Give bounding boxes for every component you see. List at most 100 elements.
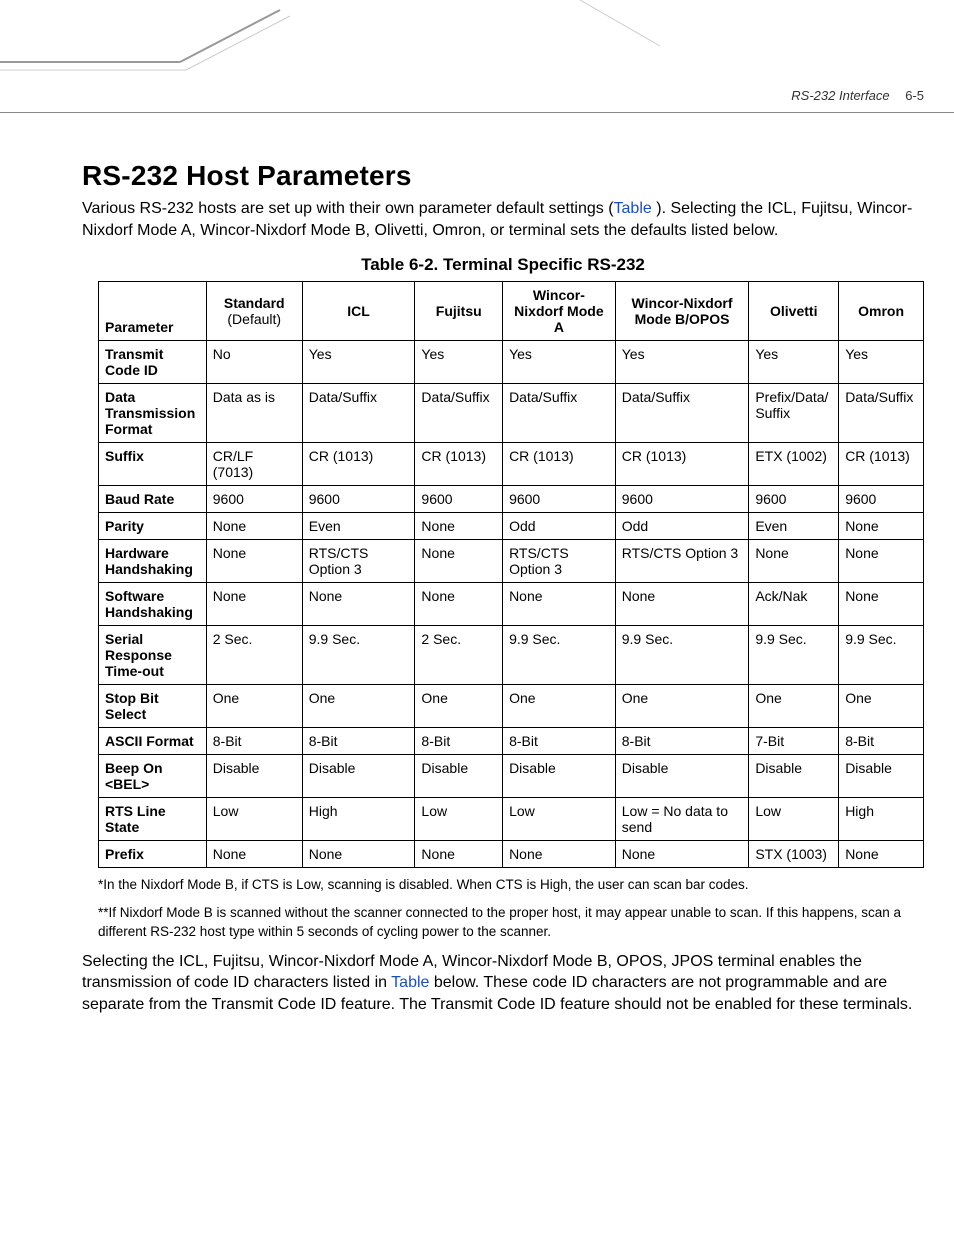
intro-paragraph: Various RS-232 hosts are set up with the… [82, 198, 924, 241]
cell-std: 8-Bit [206, 728, 302, 755]
intro-table-link[interactable]: Table [614, 200, 657, 217]
cell-fujitsu: One [415, 685, 503, 728]
cell-omron: 9.9 Sec. [839, 626, 924, 685]
cell-wna: 8-Bit [503, 728, 616, 755]
cell-icl: None [302, 583, 415, 626]
cell-fujitsu: Data/Suffix [415, 384, 503, 443]
table-row: RTS Line StateLowHighLowLowLow = No data… [99, 798, 924, 841]
cell-std: Disable [206, 755, 302, 798]
table-header-row: Parameter Standard (Default) ICL Fujitsu… [99, 282, 924, 341]
cell-wnb: None [615, 583, 749, 626]
cell-std: None [206, 841, 302, 868]
param-name-cell: Stop Bit Select [99, 685, 207, 728]
table-row: Data Transmission FormatData as isData/S… [99, 384, 924, 443]
table-row: Software HandshakingNoneNoneNoneNoneNone… [99, 583, 924, 626]
cell-wna: Disable [503, 755, 616, 798]
cell-std: Data as is [206, 384, 302, 443]
col-olivetti: Olivetti [749, 282, 839, 341]
parameters-table: Parameter Standard (Default) ICL Fujitsu… [98, 281, 924, 868]
col-wincor-a: Wincor-Nixdorf Mode A [503, 282, 616, 341]
cell-wna: RTS/CTS Option 3 [503, 540, 616, 583]
cell-omron: CR (1013) [839, 443, 924, 486]
table-row: PrefixNoneNoneNoneNoneNoneSTX (1003)None [99, 841, 924, 868]
cell-olivetti: Ack/Nak [749, 583, 839, 626]
footnote-2: **If Nixdorf Mode B is scanned without t… [98, 904, 924, 940]
table-row: Beep On <BEL>DisableDisableDisableDisabl… [99, 755, 924, 798]
cell-fujitsu: 9600 [415, 486, 503, 513]
cell-olivetti: Low [749, 798, 839, 841]
cell-olivetti: Even [749, 513, 839, 540]
page-title: RS-232 Host Parameters [82, 160, 924, 192]
cell-olivetti: 9600 [749, 486, 839, 513]
cell-wna: Odd [503, 513, 616, 540]
cell-olivetti: ETX (1002) [749, 443, 839, 486]
cell-wna: CR (1013) [503, 443, 616, 486]
cell-icl: Disable [302, 755, 415, 798]
cell-olivetti: 9.9 Sec. [749, 626, 839, 685]
cell-omron: 8-Bit [839, 728, 924, 755]
cell-std: None [206, 540, 302, 583]
param-name-cell: Transmit Code ID [99, 341, 207, 384]
table-row: SuffixCR/LF (7013)CR (1013)CR (1013)CR (… [99, 443, 924, 486]
intro-text-pre: Various RS-232 hosts are set up with the… [82, 200, 614, 217]
table-row: Hardware HandshakingNoneRTS/CTS Option 3… [99, 540, 924, 583]
table-row: ASCII Format8-Bit8-Bit8-Bit8-Bit8-Bit7-B… [99, 728, 924, 755]
cell-fujitsu: None [415, 841, 503, 868]
cell-wna: 9.9 Sec. [503, 626, 616, 685]
cell-wnb: 9.9 Sec. [615, 626, 749, 685]
cell-icl: 8-Bit [302, 728, 415, 755]
after-table-link[interactable]: Table [391, 974, 434, 991]
cell-icl: Even [302, 513, 415, 540]
cell-wna: Data/Suffix [503, 384, 616, 443]
cell-fujitsu: Low [415, 798, 503, 841]
cell-fujitsu: Yes [415, 341, 503, 384]
table-row: Transmit Code IDNoYesYesYesYesYesYes [99, 341, 924, 384]
col-standard-top: Standard [224, 295, 285, 311]
footnote-1: *In the Nixdorf Mode B, if CTS is Low, s… [98, 876, 924, 894]
cell-wna: None [503, 841, 616, 868]
cell-olivetti: None [749, 540, 839, 583]
cell-omron: None [839, 540, 924, 583]
cell-wnb: Low = No data to send [615, 798, 749, 841]
cell-fujitsu: None [415, 513, 503, 540]
chapter-name: RS-232 Interface [791, 88, 889, 103]
cell-olivetti: Yes [749, 341, 839, 384]
cell-std: 9600 [206, 486, 302, 513]
header-rule [0, 112, 954, 113]
running-header: RS-232 Interface 6-5 [791, 88, 924, 103]
col-wincor-b: Wincor-Nixdorf Mode B/OPOS [615, 282, 749, 341]
cell-icl: RTS/CTS Option 3 [302, 540, 415, 583]
cell-wna: 9600 [503, 486, 616, 513]
cell-icl: One [302, 685, 415, 728]
cell-olivetti: Disable [749, 755, 839, 798]
cell-wnb: Disable [615, 755, 749, 798]
cell-wnb: Data/Suffix [615, 384, 749, 443]
cell-fujitsu: CR (1013) [415, 443, 503, 486]
cell-omron: Disable [839, 755, 924, 798]
cell-olivetti: One [749, 685, 839, 728]
param-name-cell: Parity [99, 513, 207, 540]
cell-wna: Low [503, 798, 616, 841]
param-name-cell: Prefix [99, 841, 207, 868]
cell-fujitsu: None [415, 583, 503, 626]
cell-omron: 9600 [839, 486, 924, 513]
cell-icl: High [302, 798, 415, 841]
col-icl: ICL [302, 282, 415, 341]
table-row: ParityNoneEvenNoneOddOddEvenNone [99, 513, 924, 540]
cell-icl: None [302, 841, 415, 868]
cell-wnb: Yes [615, 341, 749, 384]
param-name-cell: Software Handshaking [99, 583, 207, 626]
param-name-cell: Beep On <BEL> [99, 755, 207, 798]
cell-omron: None [839, 841, 924, 868]
cell-std: CR/LF (7013) [206, 443, 302, 486]
cell-omron: None [839, 513, 924, 540]
cell-wna: One [503, 685, 616, 728]
cell-wnb: 8-Bit [615, 728, 749, 755]
cell-fujitsu: None [415, 540, 503, 583]
after-table-paragraph: Selecting the ICL, Fujitsu, Wincor-Nixdo… [82, 951, 924, 1016]
col-fujitsu: Fujitsu [415, 282, 503, 341]
cell-icl: CR (1013) [302, 443, 415, 486]
cell-omron: None [839, 583, 924, 626]
table-row: Stop Bit SelectOneOneOneOneOneOneOne [99, 685, 924, 728]
cell-olivetti: STX (1003) [749, 841, 839, 868]
